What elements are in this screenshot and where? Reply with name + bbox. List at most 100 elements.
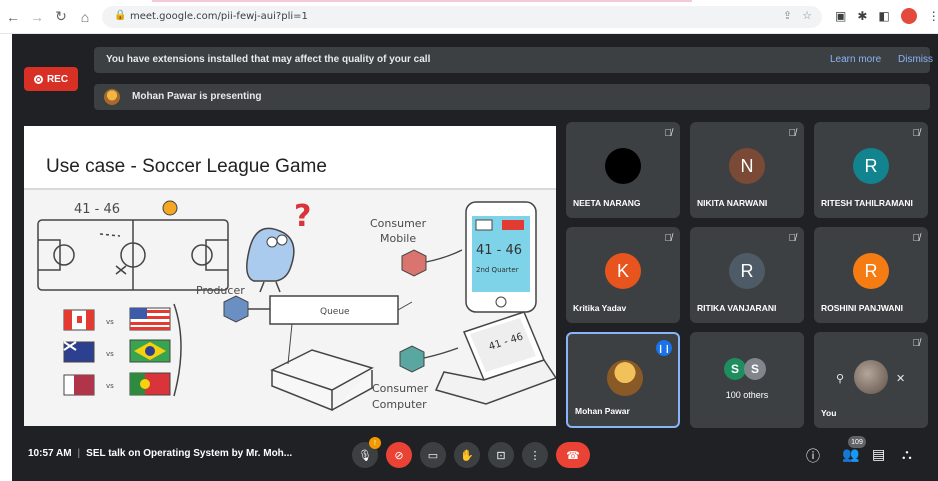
mic-off-icon: 🎙̸ — [912, 338, 921, 349]
participant-name: Mohan Pawar — [575, 406, 630, 416]
captions-button[interactable]: ▭ — [420, 442, 446, 468]
slide-score-board: 41 - 46 — [74, 202, 120, 217]
vs-label: vs — [106, 350, 114, 358]
consumer-computer-node — [399, 345, 425, 373]
learn-more-link[interactable]: Learn more — [830, 54, 881, 65]
camera-off-icon: ⊘ — [394, 449, 404, 462]
camera-button[interactable]: ⊘ — [386, 442, 412, 468]
participant-tile[interactable]: 🎙̸ R RITESH TAHILRAMANI — [814, 122, 928, 218]
participant-tile[interactable]: 🎙̸ K Kritika Yadav — [566, 227, 680, 323]
recording-indicator: REC — [24, 67, 78, 91]
producer-node — [223, 295, 249, 323]
lock-icon[interactable]: 🔒 — [114, 10, 126, 21]
info-icon[interactable]: ⓘ — [806, 446, 820, 466]
consumer-computer-label: Consumer — [372, 382, 429, 395]
slide-illustration: 41 - 46 ? vs vs vs Producer Queue Consum… — [37, 199, 556, 412]
presentation-slide: Use case - Soccer League Game 41 - 46 ? — [24, 126, 556, 426]
queue-label: Queue — [320, 307, 350, 317]
profile-avatar[interactable] — [900, 8, 917, 24]
extension-warning-banner: You have extensions installed that may a… — [94, 47, 933, 73]
participant-name: ROSHINI PANJWANI — [821, 303, 904, 313]
others-avatar: S — [724, 358, 746, 380]
mic-off-icon: 🎙̸ — [788, 128, 797, 139]
participant-tile[interactable]: 🎙̸ R ROSHINI PANJWANI — [814, 227, 928, 323]
rec-label: REC — [46, 73, 69, 85]
record-icon — [33, 74, 43, 84]
mic-button[interactable]: 🎙 ! — [352, 437, 381, 468]
mic-warning-badge: ! — [369, 437, 381, 449]
court-sketch — [37, 219, 229, 291]
hand-icon: ✋ — [460, 449, 474, 462]
browser-toolbar: ← → ↻ ⌂ 🔒 meet.google.com/pii-fewj-aui?p… — [0, 0, 938, 34]
raise-hand-button[interactable]: ✋ — [454, 442, 480, 468]
mic-icon: 🎙 — [358, 449, 372, 462]
side-panel-icon[interactable]: ◧ — [878, 9, 889, 23]
others-count-label: 100 others — [725, 390, 769, 400]
phone-quarter: 2nd Quarter — [476, 266, 519, 274]
participant-avatar: R — [853, 253, 889, 289]
tab-strip-indicator — [152, 0, 692, 2]
vs-label: vs — [106, 382, 114, 390]
mic-off-icon: 🎙̸ — [788, 233, 797, 244]
home-icon[interactable]: ⌂ — [78, 9, 92, 25]
extension-icon[interactable]: ▣ — [835, 9, 846, 23]
laptop-sketch: 41 - 46 — [434, 311, 556, 405]
captions-icon: ▭ — [427, 449, 439, 462]
url-text: meet.google.com/pii-fewj-aui?pli=1 — [130, 11, 308, 22]
forward-icon[interactable]: → — [30, 9, 44, 25]
consumer-mobile-label: Consumer — [370, 217, 427, 230]
others-tile[interactable]: S S 100 others — [690, 332, 804, 428]
self-avatar — [854, 360, 888, 394]
flag-rows: vs vs vs — [63, 303, 182, 397]
meeting-info: 10:57 AM | SEL talk on Operating System by… — [28, 448, 292, 459]
participant-name: NEETA NARANG — [573, 198, 641, 208]
mic-off-icon: 🎙̸ — [912, 233, 921, 244]
chat-icon[interactable]: ▤ — [872, 446, 885, 463]
more-vert-icon: ⋮ — [529, 449, 541, 462]
participant-tile[interactable]: 🎙̸ N NIKITA NARWANI — [690, 122, 804, 218]
dismiss-button[interactable]: Dismiss — [898, 54, 933, 65]
consumer-computer-label: Computer — [372, 398, 427, 411]
participant-name: RITIKA VANJARANI — [697, 303, 777, 313]
meeting-title: SEL talk on Operating System by Mr. Moh.… — [86, 448, 293, 459]
participant-tile[interactable]: 🎙̸ R RITIKA VANJARANI — [690, 227, 804, 323]
people-icon[interactable]: 👥 — [842, 446, 859, 463]
participant-tile[interactable]: ❙❙ Mohan Pawar — [566, 332, 680, 428]
phone-sketch: 41 - 46 2nd Quarter — [465, 201, 537, 313]
leave-call-button[interactable]: ☎ — [556, 442, 590, 468]
present-icon: ⊡ — [496, 449, 506, 462]
participant-tile[interactable]: 🎙̸ NEETA NARANG — [566, 122, 680, 218]
self-tile[interactable]: 🎙̸ ⚲ ✕ You — [814, 332, 928, 428]
banner-message: You have extensions installed that may a… — [106, 54, 431, 65]
more-options-button[interactable]: ⋮ — [522, 442, 548, 468]
puzzle-icon[interactable]: ✱ — [857, 9, 867, 23]
participant-avatar: R — [729, 253, 765, 289]
bookmark-star-icon[interactable]: ☆ — [802, 9, 812, 22]
participant-avatar: R — [853, 148, 889, 184]
consumer-mobile-node — [401, 249, 427, 277]
mic-off-icon: 🎙̸ — [664, 128, 673, 139]
database-sketch — [270, 349, 374, 412]
reload-icon[interactable]: ↻ — [54, 8, 68, 25]
producer-label: Producer — [196, 284, 245, 297]
unpin-icon[interactable]: ✕ — [896, 372, 905, 385]
slide-header: Use case - Soccer League Game — [24, 126, 556, 190]
mic-off-icon: 🎙̸ — [664, 233, 673, 244]
participant-avatar: N — [729, 148, 765, 184]
pin-icon[interactable]: ⚲ — [836, 372, 844, 385]
address-bar[interactable]: 🔒 meet.google.com/pii-fewj-aui?pli=1 ⇪ ☆ — [102, 6, 822, 28]
mascot-sketch: ? — [246, 199, 311, 293]
activities-icon[interactable]: ⛬ — [902, 446, 912, 463]
menu-dots-icon[interactable]: ⋮ — [928, 9, 938, 23]
present-button[interactable]: ⊡ — [488, 442, 514, 468]
back-icon[interactable]: ← — [6, 9, 20, 25]
participant-avatar: K — [605, 253, 641, 289]
participant-name: Kritika Yadav — [573, 303, 627, 313]
vs-label: vs — [106, 318, 114, 326]
self-label: You — [821, 408, 837, 418]
participant-avatar — [605, 148, 641, 184]
consumer-mobile-label: Mobile — [380, 232, 416, 245]
mic-off-icon: 🎙̸ — [912, 128, 921, 139]
share-icon[interactable]: ⇪ — [783, 9, 792, 22]
clock-icon — [162, 200, 178, 216]
